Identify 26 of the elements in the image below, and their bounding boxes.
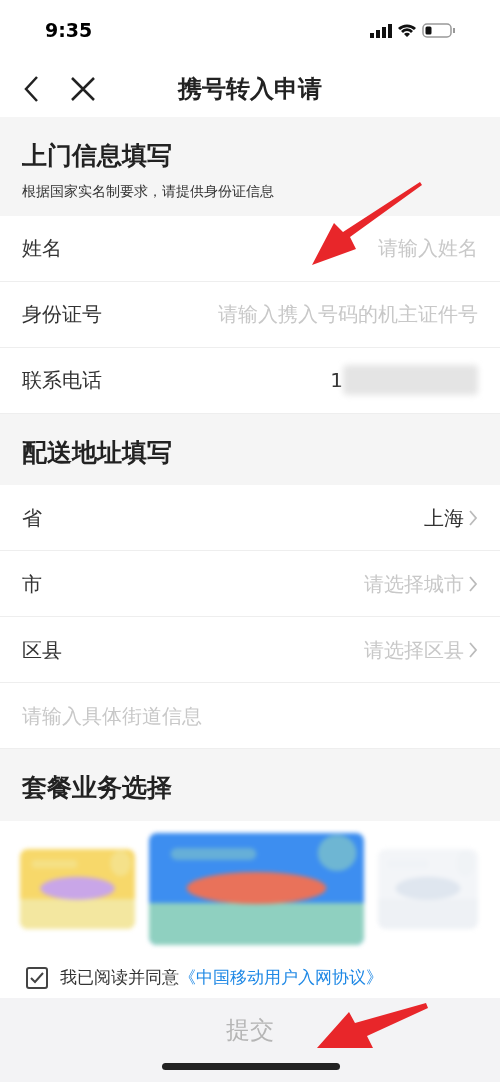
section-title: 配送地址填写	[22, 436, 173, 469]
select-value[interactable]: 上海	[424, 502, 464, 533]
agreement-link[interactable]: 《中国移动用户入网协议》	[179, 966, 383, 987]
page-title: 携号转入申请	[178, 73, 322, 105]
agreement-checkbox[interactable]	[26, 966, 48, 989]
section-title: 套餐业务选择	[22, 772, 173, 804]
chevron-right-icon	[468, 574, 478, 593]
field-label: 身份证号	[22, 301, 103, 328]
chevron-right-icon	[468, 508, 478, 527]
battery-icon	[422, 22, 455, 38]
agreement-text: 我已阅读并同意《中国移动用户入网协议》	[60, 965, 383, 989]
field-label: 区县	[22, 636, 62, 664]
field-label: 联系电话	[22, 367, 102, 394]
check-icon	[30, 971, 44, 984]
back-icon	[23, 74, 39, 103]
phone-number: 1	[330, 367, 343, 394]
field-label: 市	[22, 570, 42, 598]
chevron-right-icon	[468, 640, 478, 659]
close-icon	[70, 75, 96, 102]
section-title: 上门信息填写	[22, 140, 173, 172]
section-subtitle: 根据国家实名制要求，请提供身份证信息	[22, 181, 275, 201]
field-label: 省	[22, 504, 42, 532]
status-time: 9:35	[45, 17, 93, 43]
signal-icon	[370, 22, 392, 38]
wifi-icon	[398, 22, 416, 38]
field-label: 姓名	[22, 235, 63, 262]
